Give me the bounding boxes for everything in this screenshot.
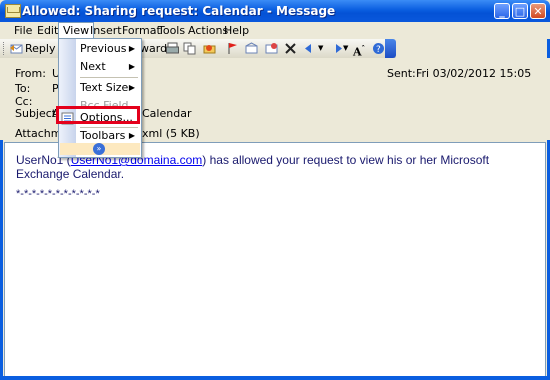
submenu-arrow-icon: ▶ <box>128 62 135 71</box>
copy-icon[interactable] <box>183 42 196 55</box>
toolbar-grip[interactable] <box>3 42 7 55</box>
sent-label: Sent: <box>387 67 416 80</box>
reply-button[interactable]: Reply <box>25 41 55 56</box>
menu-item-next[interactable]: Next ▶ <box>80 58 138 76</box>
window-border-bottom <box>0 376 550 380</box>
sent-value: Fri 03/02/2012 15:05 <box>416 67 532 80</box>
menu-bar: File Edit View Insert Format Tools Actio… <box>0 22 550 40</box>
toolbar-overflow-chevron[interactable] <box>385 39 396 58</box>
menu-item-toolbars-label: Toolbars <box>80 129 126 142</box>
move-to-folder-icon[interactable] <box>203 42 216 55</box>
to-label: To: <box>15 82 31 95</box>
menu-icon-strip <box>59 39 76 157</box>
window-title: Allowed: Sharing request: Calendar - Mes… <box>22 4 336 18</box>
previous-dropdown-icon[interactable]: ▼ <box>318 41 323 56</box>
menu-item-previous[interactable]: Previous ▶ <box>80 40 138 58</box>
envelope-icon <box>5 4 21 18</box>
menu-help[interactable]: Help <box>220 23 253 38</box>
svg-text:?: ? <box>376 45 381 55</box>
subject-tail: Calendar <box>142 107 192 120</box>
menu-item-text-size[interactable]: Text Size ▶ <box>80 79 138 97</box>
expand-chevron-icon: » <box>93 143 105 155</box>
forward-button[interactable]: ward <box>140 41 167 56</box>
previous-item-icon[interactable] <box>304 42 317 55</box>
menu-item-text-size-label: Text Size <box>80 81 129 94</box>
reply-icon <box>10 44 23 54</box>
help-icon[interactable]: ? <box>372 42 385 55</box>
menu-item-previous-label: Previous <box>80 42 127 55</box>
font-size-icon[interactable]: Aˆ <box>353 41 365 59</box>
minimize-button[interactable]: _ <box>494 3 510 19</box>
delete-icon[interactable] <box>284 42 297 55</box>
junk-icon[interactable] <box>265 42 278 55</box>
print-icon[interactable] <box>166 42 179 55</box>
submenu-arrow-icon: ▶ <box>128 83 135 92</box>
envelope-open-icon[interactable] <box>245 42 258 55</box>
view-menu-dropdown: Previous ▶ Next ▶ Text Size ▶ Bcc Field Opt… <box>58 38 142 158</box>
next-dropdown-icon[interactable]: ▼ <box>343 41 348 56</box>
signature: *-*-*-*-*-*-*-*-*-*-* <box>16 188 100 200</box>
title-bar[interactable]: Allowed: Sharing request: Calendar - Mes… <box>0 0 550 22</box>
message-window: Allowed: Sharing request: Calendar - Mes… <box>0 0 550 380</box>
menu-item-next-label: Next <box>80 60 106 73</box>
flag-icon[interactable] <box>226 42 239 55</box>
close-button[interactable]: ✕ <box>530 3 546 19</box>
next-item-icon[interactable] <box>330 42 343 55</box>
message-body[interactable]: UserNo1 (UserNo1@domaina.com) has allowe… <box>4 142 546 378</box>
menu-separator <box>80 77 138 78</box>
submenu-arrow-icon: ▶ <box>128 44 135 53</box>
options-highlight-box <box>56 106 140 124</box>
menu-expand-bar[interactable]: » <box>60 143 140 155</box>
attachment-file[interactable]: xml (5 KB) <box>142 127 200 140</box>
maximize-button[interactable]: □ <box>512 3 528 19</box>
from-label: From: <box>15 67 46 80</box>
